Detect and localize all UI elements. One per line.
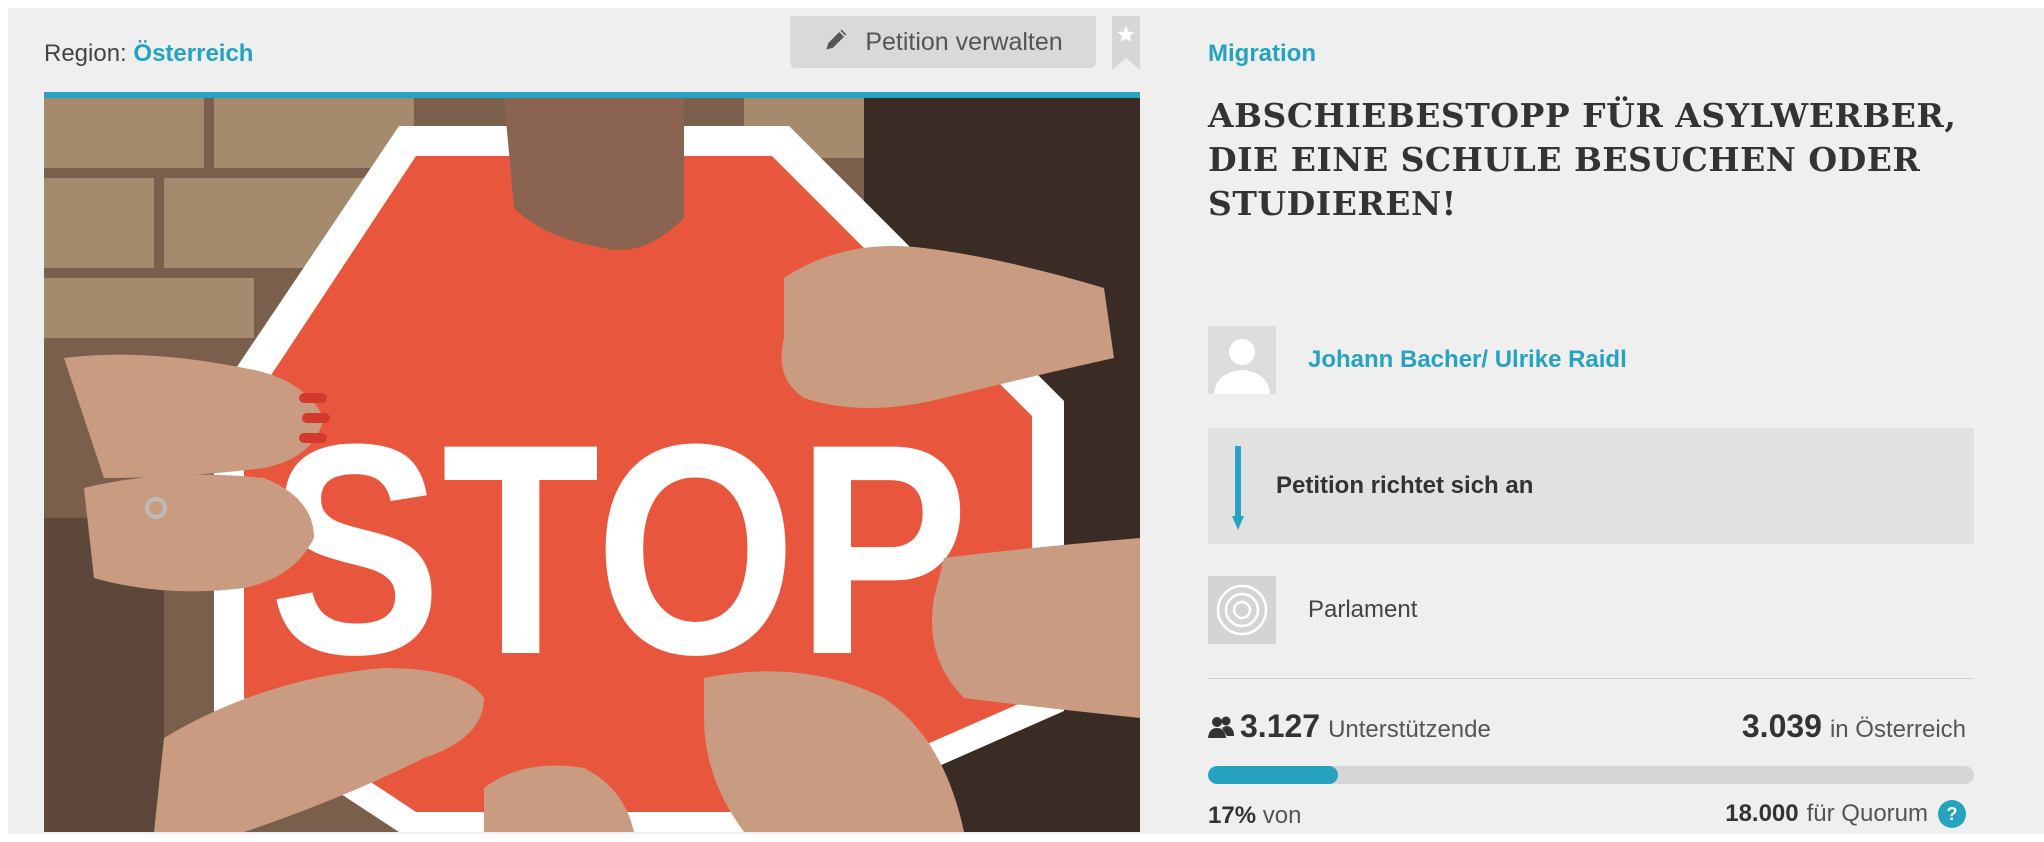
petition-panel: Region: Österreich Petition verwalten ST… <box>8 8 2044 834</box>
manage-petition-button[interactable]: Petition verwalten <box>790 16 1096 68</box>
region-line: Region: Österreich <box>44 40 253 68</box>
recipient-name: Parlament <box>1308 596 1418 623</box>
region-label: Region: <box>44 40 127 67</box>
target-icon <box>1208 576 1276 644</box>
supporters-count: 3.127 Unterstützende <box>1208 708 1491 745</box>
author-name-link[interactable]: Johann Bacher/ Ulrike Raidl <box>1308 346 1627 374</box>
divider <box>1208 678 1974 679</box>
category-link[interactable]: Migration <box>1208 40 1316 68</box>
in-country-number: 3.039 <box>1741 708 1822 744</box>
avatar <box>1208 326 1276 394</box>
addressee-label: Petition richtet sich an <box>1276 472 1534 499</box>
author-row: Johann Bacher/ Ulrike Raidl <box>1208 326 1627 394</box>
percent-value: 17% <box>1208 802 1257 829</box>
people-icon <box>1208 716 1234 738</box>
quorum-number: 18.000 <box>1725 800 1799 827</box>
progress-fill <box>1208 766 1339 784</box>
recipient-row: Parlament <box>1208 576 1417 644</box>
percent-label: von <box>1262 802 1302 829</box>
in-country-label: in Österreich <box>1829 716 1966 743</box>
quorum-label: für Quorum <box>1806 800 1928 827</box>
in-country-count: 3.039 in Österreich <box>1742 708 1966 745</box>
region-value-link[interactable]: Österreich <box>133 40 253 67</box>
arrow-down-icon <box>1232 446 1244 530</box>
petition-image: STOP <box>44 92 1140 832</box>
supporters-label: Unterstützende <box>1328 716 1491 743</box>
star-bookmark-icon[interactable] <box>1112 16 1140 70</box>
addressee-box: Petition richtet sich an <box>1208 428 1974 544</box>
supporters-number: 3.127 <box>1240 708 1321 744</box>
petition-title: ABSCHIEBESTOPP FÜR ASYLWERBER, DIE EINE … <box>1208 96 1957 223</box>
help-icon[interactable]: ? <box>1938 800 1966 828</box>
stop-sign-text: STOP <box>269 381 969 717</box>
pencil-icon <box>823 25 851 60</box>
manage-petition-label: Petition verwalten <box>865 27 1063 56</box>
percent-line: 17% von <box>1208 802 1301 830</box>
quorum-line: 18.000 für Quorum ? <box>1725 800 1966 828</box>
quorum-progress-bar <box>1208 766 1974 784</box>
